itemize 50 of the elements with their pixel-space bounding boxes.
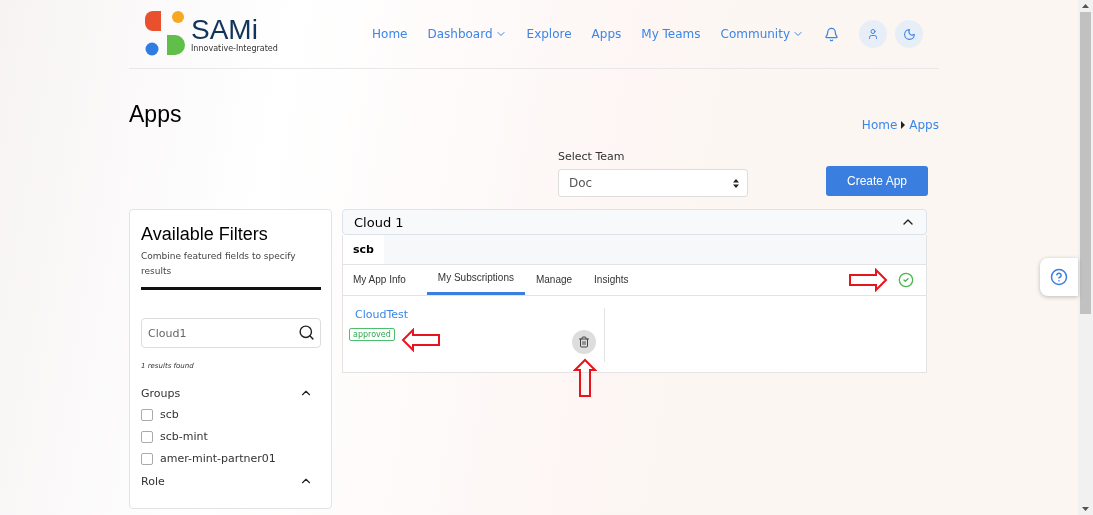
delete-button[interactable]: [572, 330, 596, 354]
annotation-arrow: [848, 268, 888, 292]
help-button[interactable]: [1040, 258, 1078, 296]
bell-icon[interactable]: [824, 26, 839, 42]
annotation-arrow: [573, 358, 597, 398]
page-title: Apps: [129, 101, 182, 128]
brand-name: SAMi: [191, 15, 258, 44]
section-title: Role: [141, 474, 165, 488]
create-app-button[interactable]: Create App: [826, 166, 928, 196]
team-select[interactable]: Doc: [558, 169, 748, 197]
logo-icon: [145, 11, 185, 57]
theme-button[interactable]: [895, 20, 923, 48]
breadcrumb-separator-icon: [901, 121, 906, 129]
check-circle-icon: [898, 272, 914, 288]
search-icon[interactable]: [298, 324, 315, 341]
field-label: Select Team: [558, 150, 626, 163]
breadcrumb-link[interactable]: Apps: [909, 118, 939, 132]
nav-link[interactable]: Apps: [591, 27, 622, 41]
option-label: scb-mint: [160, 430, 208, 443]
breadcrumb-link[interactable]: Home: [861, 118, 898, 132]
checkbox[interactable]: [141, 430, 153, 443]
trash-icon: [578, 336, 590, 348]
group-tab[interactable]: scb: [343, 235, 384, 264]
option-label: amer-mint-partner01: [160, 452, 276, 465]
user-icon: [867, 28, 879, 40]
app-title: Cloud 1: [354, 214, 404, 230]
app-header[interactable]: Cloud 1: [342, 209, 927, 235]
nav-link[interactable]: My Teams: [641, 27, 701, 41]
brand-tagline: Innovative-Integrated: [191, 43, 278, 53]
search-field[interactable]: Cloud1: [141, 318, 321, 348]
profile-button[interactable]: [859, 20, 887, 48]
status-badge: approved: [349, 328, 395, 341]
filters-subtitle: Combine featured fields to specify results: [141, 250, 297, 278]
annotation-arrow: [401, 328, 441, 352]
nav-link[interactable]: Dashboard: [427, 27, 507, 41]
filters-title: Available Filters: [141, 224, 269, 245]
subscription-link[interactable]: CloudTest: [355, 308, 604, 321]
nav-link[interactable]: Explore: [526, 27, 572, 41]
tab[interactable]: My App Info: [343, 265, 427, 295]
tab[interactable]: My Subscriptions: [426, 265, 525, 295]
moon-icon: [902, 27, 916, 41]
option-label: scb: [160, 408, 179, 421]
checkbox[interactable]: [141, 452, 153, 465]
section-title: Groups: [141, 386, 181, 400]
checkbox[interactable]: [141, 408, 153, 421]
sort-arrows-icon: [733, 178, 739, 188]
nav-link[interactable]: Home: [372, 27, 408, 41]
help-icon: [1050, 268, 1068, 286]
nav-link[interactable]: Community: [720, 27, 804, 41]
scrollbar-drawing[interactable]: [1078, 0, 1093, 515]
